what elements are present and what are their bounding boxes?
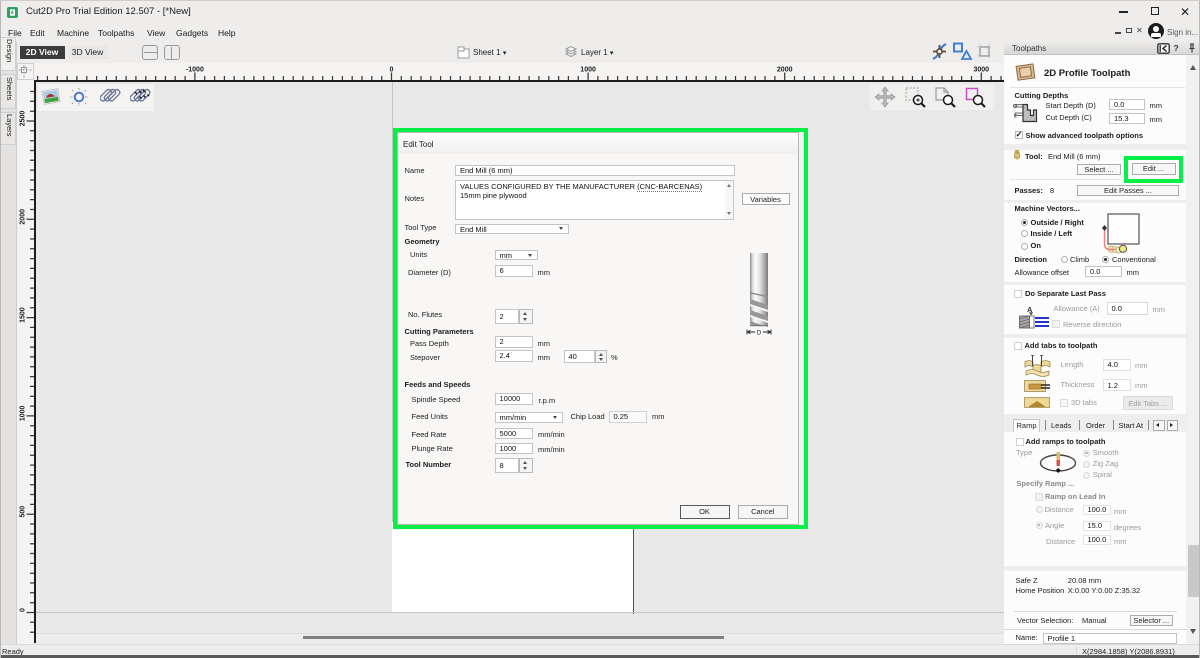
svg-text:3000: 3000 [974,67,990,74]
svg-text:1000: 1000 [580,67,596,74]
svg-text:1500: 1500 [20,307,27,323]
svg-text:0: 0 [390,67,394,74]
svg-text:500: 500 [20,506,27,518]
svg-text:2000: 2000 [20,209,27,225]
svg-text:0: 0 [20,608,27,612]
svg-text:2500: 2500 [20,111,27,127]
svg-text:-1000: -1000 [186,67,204,74]
svg-text:1000: 1000 [20,406,27,422]
svg-text:2000: 2000 [777,67,793,74]
